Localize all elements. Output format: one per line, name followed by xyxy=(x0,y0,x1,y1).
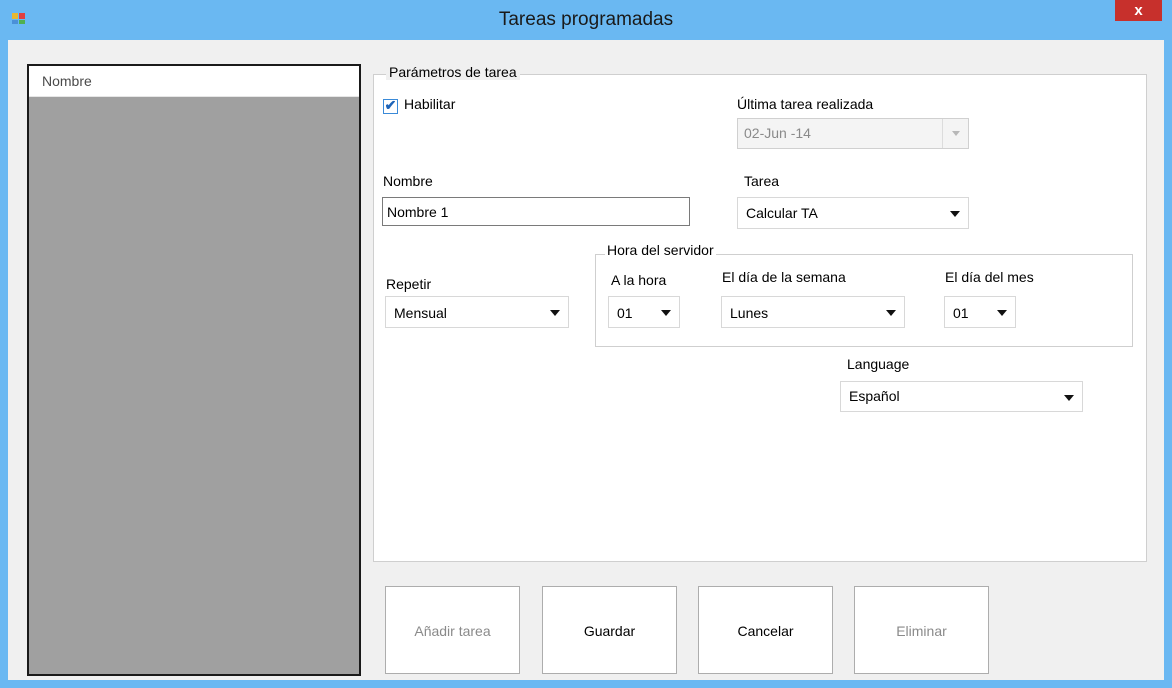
name-input[interactable] xyxy=(382,197,690,226)
hour-label: A la hora xyxy=(611,272,667,288)
chevron-down-icon xyxy=(886,310,896,316)
last-task-label: Última tarea realizada xyxy=(737,96,874,112)
hour-select[interactable]: 01 xyxy=(608,296,680,328)
last-task-select: 02-Jun -14 xyxy=(737,118,969,149)
language-select-value: Español xyxy=(849,388,900,404)
language-select[interactable]: Español xyxy=(840,381,1083,412)
enable-label: Habilitar xyxy=(404,96,456,112)
name-label: Nombre xyxy=(383,173,433,189)
chevron-down-icon xyxy=(550,310,560,316)
close-icon: x xyxy=(1134,2,1143,19)
chevron-down-icon xyxy=(950,211,960,217)
window-title: Tareas programadas xyxy=(498,9,674,30)
add-task-button: Añadir tarea xyxy=(385,586,520,674)
list-header-label: Nombre xyxy=(42,73,92,89)
chevron-down-icon xyxy=(661,310,671,316)
task-list[interactable]: Nombre xyxy=(27,64,361,676)
chevron-down-icon xyxy=(952,131,960,136)
repeat-select[interactable]: Mensual xyxy=(385,296,569,328)
weekday-select[interactable]: Lunes xyxy=(721,296,905,328)
task-label: Tarea xyxy=(744,173,780,189)
app-window: Tareas programadas x Nombre Parámetros d… xyxy=(0,0,1172,688)
repeat-label: Repetir xyxy=(386,276,432,292)
task-select[interactable]: Calcular TA xyxy=(737,197,969,229)
language-label: Language xyxy=(847,356,910,372)
delete-button: Eliminar xyxy=(854,586,989,674)
task-select-value: Calcular TA xyxy=(746,205,818,221)
cancel-button[interactable]: Cancelar xyxy=(698,586,833,674)
server-time-legend: Hora del servidor xyxy=(605,242,716,258)
hour-select-value: 01 xyxy=(617,305,633,321)
title-bar[interactable]: Tareas programadas x xyxy=(0,0,1172,40)
chevron-down-icon xyxy=(997,310,1007,316)
check-icon: ✔ xyxy=(384,97,397,113)
monthday-select[interactable]: 01 xyxy=(944,296,1016,328)
enable-checkbox[interactable]: ✔ xyxy=(383,97,398,114)
monthday-select-value: 01 xyxy=(953,305,969,321)
repeat-select-value: Mensual xyxy=(394,305,447,321)
client-area: Nombre Parámetros de tarea ✔ Habilitar Ú… xyxy=(8,40,1164,680)
task-params-legend: Parámetros de tarea xyxy=(386,64,520,80)
list-column-header[interactable]: Nombre xyxy=(29,66,359,97)
monthday-label: El día del mes xyxy=(945,269,1034,285)
last-task-value: 02-Jun -14 xyxy=(744,125,811,141)
save-button[interactable]: Guardar xyxy=(542,586,677,674)
weekday-select-value: Lunes xyxy=(730,305,769,321)
weekday-label: El día de la semana xyxy=(722,269,846,285)
chevron-down-icon xyxy=(1064,395,1074,401)
close-button[interactable]: x xyxy=(1115,0,1162,21)
